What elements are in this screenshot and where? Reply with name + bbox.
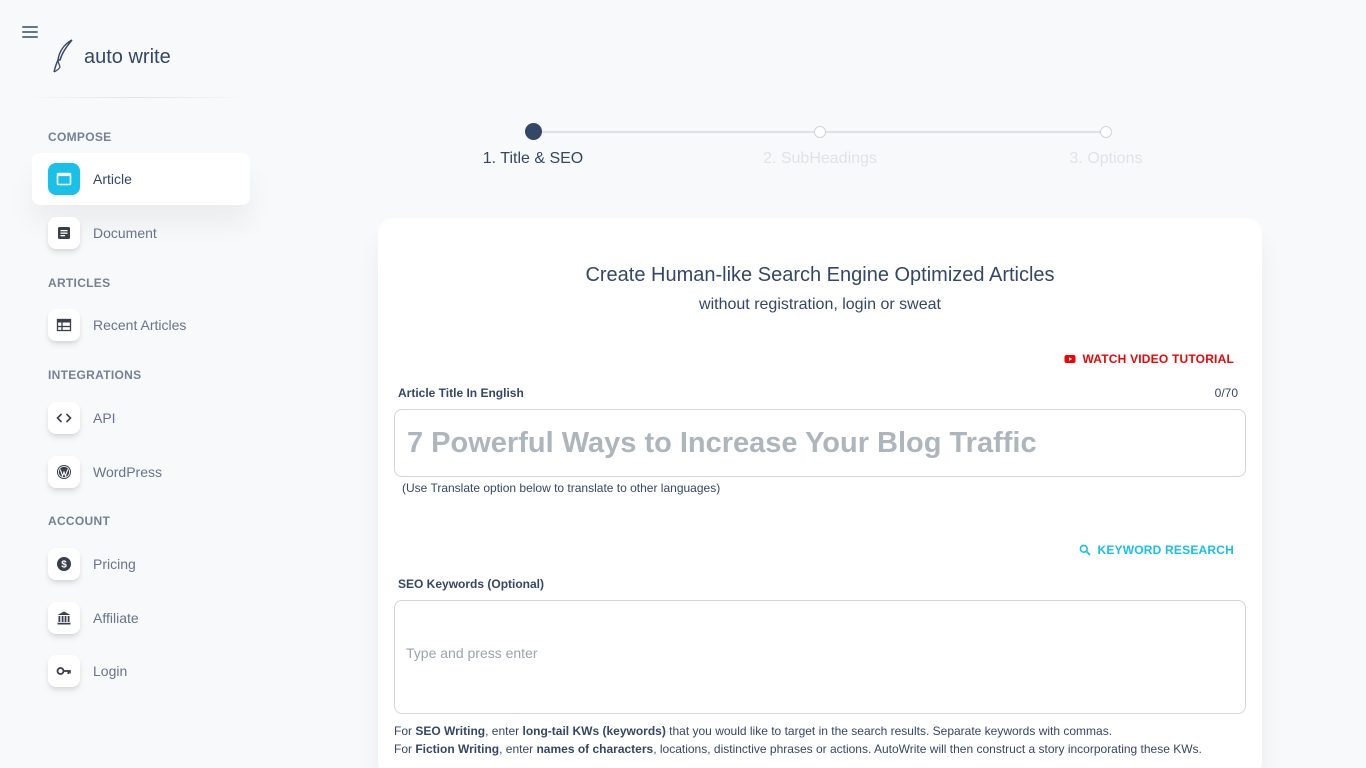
sidebar-item-label: Pricing — [93, 556, 136, 572]
stepper-line — [533, 131, 820, 133]
sidebar: auto write COMPOSE Article Document ARTI… — [0, 0, 265, 768]
stepper-line — [820, 131, 1106, 133]
article-form-card: Create Human-like Search Engine Optimize… — [378, 218, 1262, 768]
code-icon — [48, 402, 80, 434]
sidebar-item-recent-articles[interactable]: Recent Articles — [32, 299, 250, 351]
brand-name: auto write — [84, 45, 171, 68]
sidebar-item-label: WordPress — [93, 464, 162, 480]
browser-window-icon — [48, 163, 80, 195]
step-dot-active[interactable] — [525, 123, 542, 140]
quill-pen-icon — [53, 39, 73, 73]
sidebar-item-label: Recent Articles — [93, 317, 187, 333]
keyword-research-label: KEYWORD RESEARCH — [1097, 543, 1234, 557]
section-label-articles: ARTICLES — [48, 276, 111, 290]
sidebar-item-article[interactable]: Article — [32, 153, 250, 205]
page-title: Create Human-like Search Engine Optimize… — [585, 264, 1055, 286]
watch-video-tutorial-button[interactable]: WATCH VIDEO TUTORIAL — [1064, 352, 1234, 366]
youtube-icon — [1064, 355, 1076, 363]
step-label-title-seo[interactable]: 1. Title & SEO — [483, 150, 583, 168]
seo-writing-help: For SEO Writing, enter long-tail KWs (ke… — [394, 724, 1113, 738]
key-icon — [48, 655, 80, 687]
step-label-subheadings[interactable]: 2. SubHeadings — [763, 150, 877, 168]
sidebar-item-label: Login — [93, 663, 128, 679]
sidebar-item-login[interactable]: Login — [32, 645, 250, 697]
svg-text:$: $ — [61, 560, 67, 571]
page-subtitle: without registration, login or sweat — [699, 296, 941, 313]
seo-keywords-input[interactable] — [406, 645, 1006, 661]
bank-icon — [48, 602, 80, 634]
sidebar-item-label: API — [93, 410, 116, 426]
sidebar-item-label: Document — [93, 225, 157, 241]
document-icon — [48, 217, 80, 249]
article-title-input[interactable] — [394, 409, 1246, 477]
section-label-account: ACCOUNT — [48, 514, 111, 528]
keywords-help-text: For SEO Writing, enter long-tail KWs (ke… — [394, 722, 1246, 758]
article-title-label: Article Title In English — [398, 386, 524, 400]
fiction-writing-help: For Fiction Writing, enter names of char… — [394, 742, 1202, 756]
sidebar-item-document[interactable]: Document — [32, 207, 250, 259]
seo-keywords-field[interactable] — [394, 600, 1246, 714]
character-counter: 0/70 — [1214, 386, 1238, 400]
sidebar-item-api[interactable]: API — [32, 392, 250, 444]
sidebar-item-pricing[interactable]: $ Pricing — [32, 538, 250, 590]
table-icon — [48, 309, 80, 341]
step-dot[interactable] — [1100, 126, 1112, 138]
menu-toggle-icon[interactable] — [22, 26, 38, 40]
sidebar-item-affiliate[interactable]: Affiliate — [32, 592, 250, 644]
wordpress-icon — [48, 456, 80, 488]
step-label-options[interactable]: 3. Options — [1070, 150, 1143, 168]
sidebar-item-label: Article — [93, 171, 132, 187]
brand-logo[interactable]: auto write — [50, 38, 171, 74]
seo-keywords-label: SEO Keywords (Optional) — [398, 577, 545, 591]
sidebar-item-wordpress[interactable]: WordPress — [32, 446, 250, 498]
step-dot[interactable] — [814, 126, 826, 138]
translate-hint: (Use Translate option below to translate… — [402, 481, 721, 495]
sidebar-item-label: Affiliate — [93, 610, 139, 626]
watch-video-tutorial-label: WATCH VIDEO TUTORIAL — [1082, 352, 1234, 366]
search-icon — [1080, 544, 1092, 556]
dollar-icon: $ — [48, 548, 80, 580]
section-label-compose: COMPOSE — [48, 130, 112, 144]
keyword-research-button[interactable]: KEYWORD RESEARCH — [1079, 543, 1234, 557]
divider — [24, 97, 250, 98]
section-label-integrations: INTEGRATIONS — [48, 368, 142, 382]
